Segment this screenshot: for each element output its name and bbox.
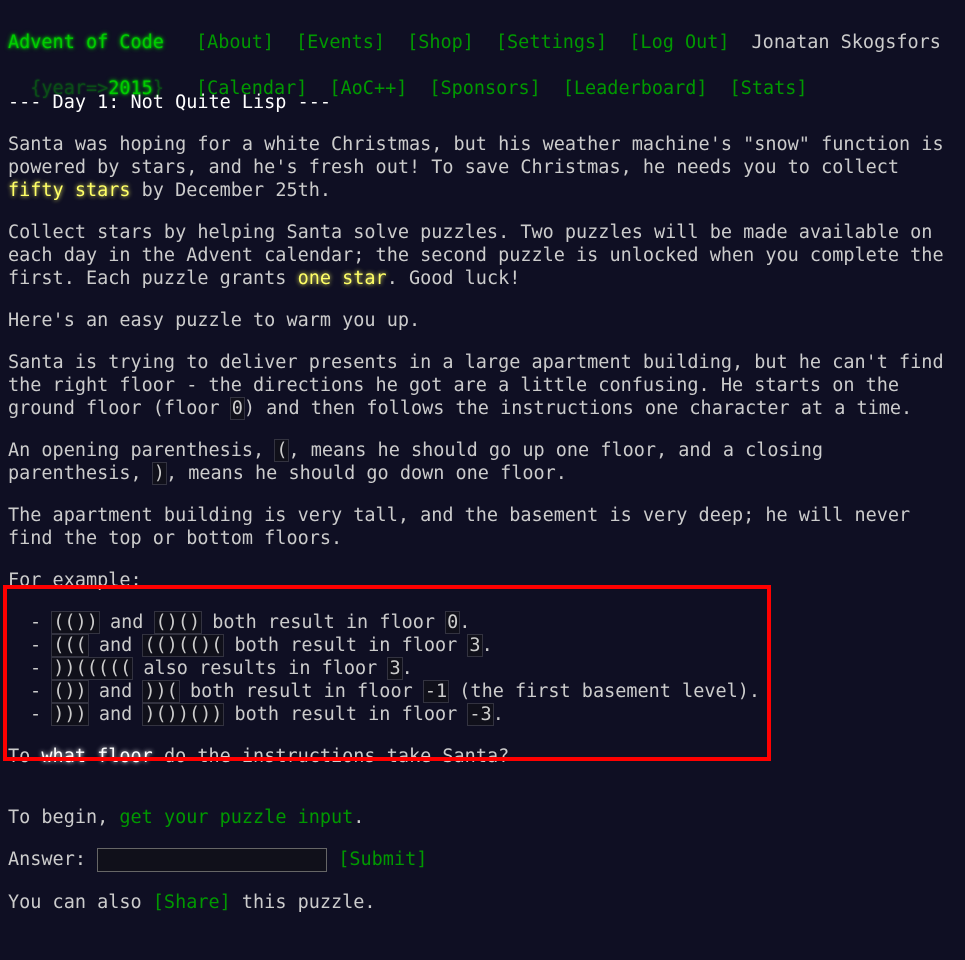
text: by December 25th. (130, 180, 332, 201)
text: . (353, 807, 365, 828)
answer-input[interactable] (97, 848, 328, 872)
list-item: ((( and (()(()( both result in floor 3. (30, 634, 958, 657)
answer-label: Answer: (8, 849, 98, 870)
user-name: Jonatan Skogsfors (751, 32, 941, 53)
text: To begin, (8, 807, 120, 828)
text: ) and then follows the instructions one … (243, 398, 913, 419)
text: both result in floor (178, 681, 424, 702)
text: . (401, 658, 413, 679)
site-title-link[interactable]: Advent of Code (8, 31, 196, 54)
code: -1 (422, 680, 450, 703)
code: ))( (142, 680, 180, 703)
warmup-paragraph: Here's an easy puzzle to warm you up. (8, 310, 421, 331)
text: and (87, 681, 144, 702)
puzzle-input-link[interactable]: get your puzzle input (119, 807, 353, 828)
text: An opening parenthesis, (8, 440, 276, 461)
begin-paragraph: To begin, get your puzzle input. (8, 806, 958, 829)
text: Santa was hoping for a white Christmas, … (8, 134, 944, 178)
building-paragraph: The apartment building is very tall, and… (8, 505, 911, 549)
text: this puzzle. (230, 892, 376, 913)
nav-shop[interactable]: [Shop] (407, 32, 474, 53)
text: and (87, 635, 144, 656)
code: ) (151, 462, 167, 485)
text: . (459, 612, 471, 633)
code: 0 (229, 397, 245, 420)
text: both result in floor (223, 704, 469, 725)
nav-events[interactable]: [Events] (296, 32, 385, 53)
text: . Good luck! (386, 268, 521, 289)
text: also results in floor (132, 658, 389, 679)
code: ))) (51, 703, 89, 726)
text: You can also (8, 892, 153, 913)
text: do the instructions take Santa? (152, 746, 510, 767)
floor-paragraph: Santa is trying to deliver presents in a… (8, 351, 958, 420)
nav-settings[interactable]: [Settings] (496, 32, 607, 53)
code: ((( (51, 634, 89, 657)
share-paragraph: You can also [Share] this puzzle. (8, 891, 958, 914)
code: )())()) (142, 703, 225, 726)
code: (()) (51, 611, 100, 634)
text: and (98, 612, 155, 633)
text: (the first basement level). (448, 681, 761, 702)
puzzle-main: --- Day 1: Not Quite Lisp --- Santa was … (8, 91, 958, 933)
share-link[interactable]: [Share] (153, 892, 231, 913)
text: both result in floor (201, 612, 447, 633)
code: 3 (387, 657, 403, 680)
one-star-highlight: one star (297, 268, 387, 289)
question: To what floor do the instructions take S… (8, 745, 958, 768)
code: (()(()( (142, 634, 225, 657)
list-item: (()) and ()() both result in floor 0. (30, 611, 958, 634)
text: . (481, 635, 493, 656)
day-title: --- Day 1: Not Quite Lisp --- (8, 92, 332, 113)
intro-paragraph: Santa was hoping for a white Christmas, … (8, 133, 958, 202)
example-list: (()) and ()() both result in floor 0. ((… (8, 611, 958, 726)
answer-form: Answer: [Submit] (8, 848, 958, 872)
text: both result in floor (223, 635, 469, 656)
main-nav: [About] [Events] [Shop] [Settings] [Log Out] (196, 32, 752, 53)
parenthesis-paragraph: An opening parenthesis, (, means he shou… (8, 439, 958, 485)
text: , means he should go down one floor. (165, 463, 567, 484)
nav-about[interactable]: [About] (196, 32, 274, 53)
code: ()) (51, 680, 89, 703)
code: -3 (467, 703, 494, 726)
code: ))((((( (51, 657, 134, 680)
code: ()() (153, 611, 203, 634)
stars-paragraph: Collect stars by helping Santa solve puz… (8, 221, 958, 290)
list-item: ))((((( also results in floor 3. (30, 657, 958, 680)
text: . (492, 704, 504, 725)
fifty-stars-highlight: fifty stars (8, 180, 131, 201)
list-item: ()) and ))( both result in floor -1 (the… (30, 680, 958, 703)
text: To (8, 746, 42, 767)
submit-button[interactable]: [Submit] (338, 849, 427, 870)
text: and (87, 704, 144, 725)
code: 3 (467, 634, 483, 657)
example-intro: For example: (8, 570, 142, 591)
list-item: ))) and )())()) both result in floor -3. (30, 703, 958, 726)
nav-logout[interactable]: [Log Out] (629, 32, 729, 53)
what-floor-highlight: what floor (41, 746, 153, 767)
